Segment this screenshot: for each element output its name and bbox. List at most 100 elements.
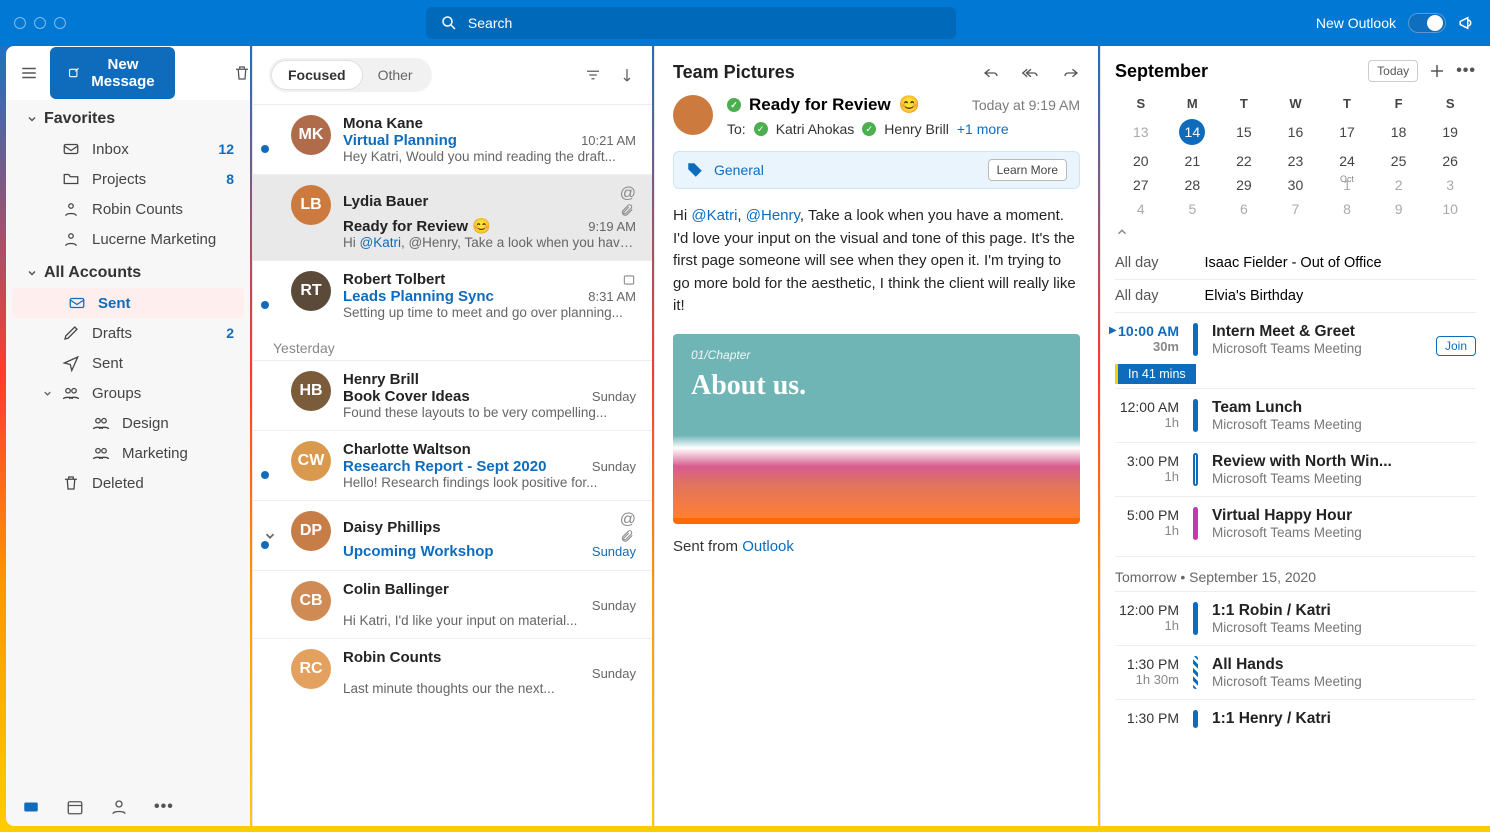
- calendar-module-icon[interactable]: [66, 798, 84, 816]
- sidebar-item-acct-2[interactable]: Sent: [6, 348, 250, 378]
- calendar-day[interactable]: 16: [1270, 115, 1322, 149]
- calendar-day[interactable]: 7: [1270, 197, 1322, 221]
- calendar-day[interactable]: 27: [1115, 173, 1167, 197]
- message-header: ✓ Ready for Review 😊 Today at 9:19 AM To…: [673, 95, 1080, 137]
- search-input[interactable]: Search: [426, 7, 956, 39]
- calendar-day[interactable]: 23: [1270, 149, 1322, 173]
- zoom-window-icon[interactable]: [54, 17, 66, 29]
- allday-event[interactable]: All dayElvia's Birthday: [1115, 279, 1476, 312]
- calendar-day[interactable]: 3: [1424, 173, 1476, 197]
- join-button[interactable]: Join: [1436, 336, 1476, 356]
- mention[interactable]: @Henry: [746, 207, 800, 224]
- all-accounts-header[interactable]: All Accounts: [6, 254, 250, 288]
- calendar-event[interactable]: 5:00 PM1h Virtual Happy HourMicrosoft Te…: [1115, 496, 1476, 550]
- calendar-day[interactable]: 26: [1424, 149, 1476, 173]
- mention[interactable]: @Katri: [691, 207, 737, 224]
- calendar-day[interactable]: 25: [1373, 149, 1425, 173]
- message-row[interactable]: RT Robert Tolbert Leads Planning Sync8:3…: [253, 260, 652, 330]
- message-row[interactable]: RC Robin Counts Sunday Last minute thoug…: [253, 638, 652, 706]
- calendar-event[interactable]: ▶ 10:00 AM30m Intern Meet & GreetMicroso…: [1115, 312, 1476, 366]
- sidebar-item-fav-0[interactable]: Inbox 12: [6, 134, 250, 164]
- sidebar-item-fav-2[interactable]: Robin Counts: [6, 194, 250, 224]
- message-row[interactable]: LB Lydia Bauer@ Ready for Review 😊9:19 A…: [253, 174, 652, 260]
- window-controls[interactable]: [14, 17, 66, 29]
- calendar-day[interactable]: 10: [1424, 197, 1476, 221]
- calendar-day[interactable]: 21: [1167, 149, 1219, 173]
- people-module-icon[interactable]: [110, 798, 128, 816]
- calendar-day[interactable]: 9: [1373, 197, 1425, 221]
- message-row[interactable]: MK Mona Kane Virtual Planning10:21 AM He…: [253, 104, 652, 174]
- sidebar-item-acct-3[interactable]: Groups: [6, 378, 250, 408]
- sidebar-item-acct-4[interactable]: Design: [6, 408, 250, 438]
- calendar-event[interactable]: 12:00 AM1h Team LunchMicrosoft Teams Mee…: [1115, 388, 1476, 442]
- calendar-day[interactable]: 17: [1321, 115, 1373, 149]
- calendar-day[interactable]: 20: [1115, 149, 1167, 173]
- sidebar-item-acct-1[interactable]: Drafts 2: [6, 318, 250, 348]
- recipient[interactable]: Katri Ahokas: [776, 121, 855, 137]
- add-event-icon[interactable]: [1428, 62, 1446, 80]
- favorites-header[interactable]: Favorites: [6, 100, 250, 134]
- allday-event[interactable]: All dayIsaac Fielder - Out of Office: [1115, 247, 1476, 279]
- mail-module-icon[interactable]: [22, 798, 40, 816]
- message-row[interactable]: DP Daisy Phillips@ Upcoming WorkshopSund…: [253, 500, 652, 570]
- more-modules-button[interactable]: •••: [154, 798, 174, 816]
- calendar-day[interactable]: 6: [1218, 197, 1270, 221]
- filter-icon[interactable]: [584, 66, 602, 84]
- message-row[interactable]: CW Charlotte Waltson Research Report - S…: [253, 430, 652, 500]
- all-accounts-label: All Accounts: [44, 264, 141, 282]
- new-outlook-toggle[interactable]: [1408, 13, 1446, 33]
- calendar-day[interactable]: 28: [1167, 173, 1219, 197]
- tab-other[interactable]: Other: [362, 61, 429, 89]
- calendar-day[interactable]: 13: [1115, 115, 1167, 149]
- attachment-preview[interactable]: 01/Chapter About us.: [673, 334, 1080, 524]
- hamburger-icon[interactable]: [20, 60, 38, 86]
- calendar-day[interactable]: 4: [1115, 197, 1167, 221]
- calendar-day[interactable]: 24: [1321, 149, 1373, 173]
- calendar-event[interactable]: 12:00 PM1h 1:1 Robin / KatriMicrosoft Te…: [1115, 591, 1476, 645]
- event-location: Microsoft Teams Meeting: [1212, 674, 1476, 689]
- sort-icon[interactable]: [618, 66, 636, 84]
- avatar: HB: [291, 371, 331, 411]
- calendar-day[interactable]: 14: [1167, 115, 1219, 149]
- today-button[interactable]: Today: [1368, 60, 1418, 82]
- message-row[interactable]: HB Henry Brill Book Cover IdeasSunday Fo…: [253, 360, 652, 430]
- collapse-calendar[interactable]: [1115, 221, 1476, 247]
- close-window-icon[interactable]: [14, 17, 26, 29]
- minimize-window-icon[interactable]: [34, 17, 46, 29]
- calendar-more-button[interactable]: •••: [1456, 62, 1476, 80]
- calendar-day[interactable]: 22: [1218, 149, 1270, 173]
- message-row[interactable]: CB Colin Ballinger Sunday Hi Katri, I'd …: [253, 570, 652, 638]
- learn-more-button[interactable]: Learn More: [988, 159, 1067, 181]
- sidebar-item-fav-1[interactable]: Projects 8: [6, 164, 250, 194]
- megaphone-icon[interactable]: [1458, 14, 1476, 32]
- reply-icon[interactable]: [982, 64, 1000, 82]
- calendar-day[interactable]: 30: [1270, 173, 1322, 197]
- tab-focused[interactable]: Focused: [272, 61, 362, 89]
- calendar-day[interactable]: 18: [1373, 115, 1425, 149]
- sidebar-item-acct-0[interactable]: Sent: [12, 288, 244, 318]
- message-time: Sunday: [592, 666, 636, 681]
- calendar-day[interactable]: 19: [1424, 115, 1476, 149]
- mini-calendar[interactable]: SMTWTFS131415161718192021222324252627282…: [1115, 92, 1476, 221]
- sidebar-item-acct-5[interactable]: Marketing: [6, 438, 250, 468]
- reply-all-icon[interactable]: [1022, 64, 1040, 82]
- new-message-button[interactable]: New Message: [50, 47, 175, 99]
- forward-icon[interactable]: [1062, 64, 1080, 82]
- calendar-day[interactable]: 15: [1218, 115, 1270, 149]
- calendar-day[interactable]: 8: [1321, 197, 1373, 221]
- calendar-day[interactable]: Oct1: [1321, 173, 1373, 197]
- sidebar-item-label: Sent: [92, 355, 123, 372]
- calendar-event[interactable]: 1:30 PM1h 30m All HandsMicrosoft Teams M…: [1115, 645, 1476, 699]
- recipient[interactable]: Henry Brill: [884, 121, 949, 137]
- outlook-link[interactable]: Outlook: [742, 538, 794, 555]
- message-subject: Upcoming Workshop: [343, 543, 494, 560]
- more-recipients[interactable]: +1 more: [957, 121, 1009, 137]
- calendar-event[interactable]: 3:00 PM1h Review with North Win...Micros…: [1115, 442, 1476, 496]
- calendar-event[interactable]: 1:30 PM 1:1 Henry / Katri: [1115, 699, 1476, 738]
- sidebar-item-acct-6[interactable]: Deleted: [6, 468, 250, 498]
- calendar-day[interactable]: 5: [1167, 197, 1219, 221]
- group-icon: [62, 384, 80, 402]
- sidebar-item-fav-3[interactable]: Lucerne Marketing: [6, 224, 250, 254]
- calendar-day[interactable]: 2: [1373, 173, 1425, 197]
- calendar-day[interactable]: 29: [1218, 173, 1270, 197]
